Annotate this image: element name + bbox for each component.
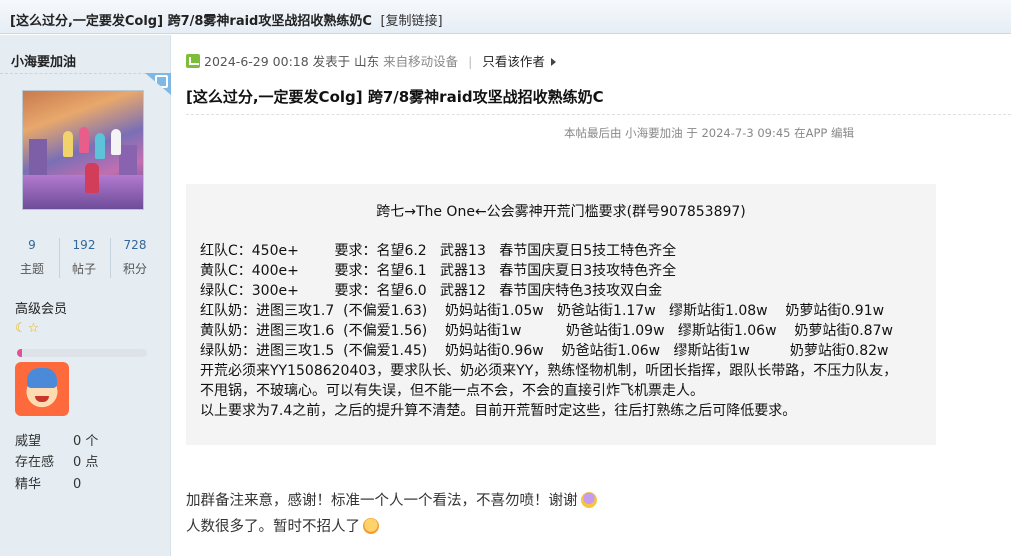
stat-points[interactable]: 728 积分 <box>110 238 160 277</box>
post-text: 人数很多了。暂时不招人了 <box>186 519 360 535</box>
requirement-line: 红队C：450e+ 要求：名望6.2 武器13 春节国庆夏日5技工特色齐全 <box>200 243 677 259</box>
requirement-line: 黄队奶：进图三攻1.6 (不偏爱1.56) 奶妈站街1w 奶爸站街1.09w 缪… <box>200 323 893 339</box>
requirement-line: 红队奶：进图三攻1.7 (不偏爱1.63) 奶妈站街1.05w 奶爸站街1.17… <box>200 303 885 319</box>
author-stats: 9 主题 192 帖子 728 积分 <box>0 238 171 278</box>
avatar-decor <box>63 131 73 157</box>
posted-in-label: 发表于 <box>312 54 351 69</box>
profile-value: 0 个 <box>73 434 99 449</box>
hug-emoji-icon <box>363 518 379 534</box>
post-text: 加群备注来意，感谢！标准一个人一个看法，不喜勿喷！谢谢 <box>186 493 578 509</box>
requirement-line: 黄队C：400e+ 要求：名望6.1 武器13 春节国庆夏日3技攻特色齐全 <box>200 263 677 279</box>
stat-label: 主题 <box>19 262 44 276</box>
avatar-decor <box>85 163 99 193</box>
requirement-line: 绿队C：300e+ 要求：名望6.0 武器12 春节国庆特色3技攻双白金 <box>200 283 663 299</box>
requirements-title: 跨七→The One←公会雾神开荒门槛要求(群号907853897) <box>376 204 746 220</box>
avatar-decor <box>79 127 89 153</box>
profile-presence: 存在感 0 点 <box>15 451 165 470</box>
profile-key: 精华 <box>15 477 42 492</box>
copy-link-button[interactable]: [复制链接] <box>380 14 442 29</box>
rank-progress-bar <box>17 349 147 357</box>
avatar-decor <box>111 129 121 155</box>
post-location: 山东 <box>354 54 380 69</box>
requirement-line: 以上要求为7.4之前，之后的提升算不清楚。目前开荒暂时定这些，往后打熟练之后可降… <box>200 403 797 419</box>
requirements-box: 跨七→The One←公会雾神开荒门槛要求(群号907853897) 红队C：4… <box>186 184 936 445</box>
chevron-right-icon[interactable] <box>550 58 556 66</box>
post-main: 2024-6-29 00:18 发表于 山东 来自移动设备 | 只看该作者 [这… <box>172 35 1011 556</box>
stat-label: 积分 <box>122 262 147 276</box>
requirement-line: 不甩锅，不玻璃心。可以有失误，但不能一点不会，不会的直接引炸飞机票走人。 <box>200 383 704 399</box>
stat-posts[interactable]: 192 帖子 <box>59 238 109 277</box>
post-date: 2024-6-29 00:18 <box>204 54 309 69</box>
pray-emoji-icon <box>580 492 597 508</box>
thread-title-bar: [这么过分,一定要发Colg] 跨7/8雾神raid攻坚战招收熟练奶C [复制链… <box>0 0 1011 34</box>
stat-value: 728 <box>123 238 147 252</box>
post-title: [这么过分,一定要发Colg] 跨7/8雾神raid攻坚战招收熟练奶C <box>186 88 604 106</box>
profile-key: 存在感 <box>15 455 55 470</box>
profile-value: 0 <box>73 477 82 492</box>
stat-value: 192 <box>72 238 96 252</box>
avatar[interactable] <box>22 90 144 210</box>
post-meta: 2024-6-29 00:18 发表于 山东 来自移动设备 | 只看该作者 <box>186 51 556 70</box>
online-status-icon <box>186 54 200 68</box>
avatar-decor <box>23 175 143 209</box>
avatar-decor <box>95 133 105 159</box>
only-author-link[interactable]: 只看该作者 <box>482 54 545 69</box>
author-name[interactable]: 小海要加油 <box>11 51 76 70</box>
meta-separator: | <box>468 54 473 69</box>
post-text-line: 人数很多了。暂时不招人了 <box>186 515 379 536</box>
medal-avatar <box>15 362 69 416</box>
title-divider <box>186 114 1011 115</box>
requirement-line: 绿队奶：进图三攻1.5 (不偏爱1.45) 奶妈站街0.96w 奶爸站街1.06… <box>200 343 889 359</box>
post-device: 来自移动设备 <box>383 54 459 69</box>
profile-digest: 精华 0 <box>15 473 165 492</box>
stat-value: 9 <box>28 238 36 252</box>
profile-key: 威望 <box>15 434 42 449</box>
thread-title: [这么过分,一定要发Colg] 跨7/8雾神raid攻坚战招收熟练奶C <box>10 14 372 29</box>
stat-label: 帖子 <box>71 262 96 276</box>
rank-progress-fill <box>17 349 23 357</box>
profile-prestige: 威望 0 个 <box>15 430 165 449</box>
requirement-line: 开荒必须来YY1508620403，要求队长、奶必须来YY，熟练怪物机制，听团长… <box>200 363 898 379</box>
author-sidebar: 小海要加油 9 主题 192 帖子 728 积分 高级会员 ☾☆ 威望 0 个 … <box>0 35 171 556</box>
profile-value: 0 点 <box>73 455 99 470</box>
rank-stars-icon: ☾☆ <box>15 321 41 336</box>
member-rank[interactable]: 高级会员 <box>15 298 67 317</box>
edited-note: 本帖最后由 小海要加油 于 2024-7-3 09:45 在APP 编辑 <box>564 126 855 140</box>
post-text-line: 加群备注来意，感谢！标准一个人一个看法，不喜勿喷！谢谢 <box>186 489 597 510</box>
profile-card-icon[interactable] <box>145 73 171 95</box>
stat-topics[interactable]: 9 主题 <box>7 238 57 277</box>
